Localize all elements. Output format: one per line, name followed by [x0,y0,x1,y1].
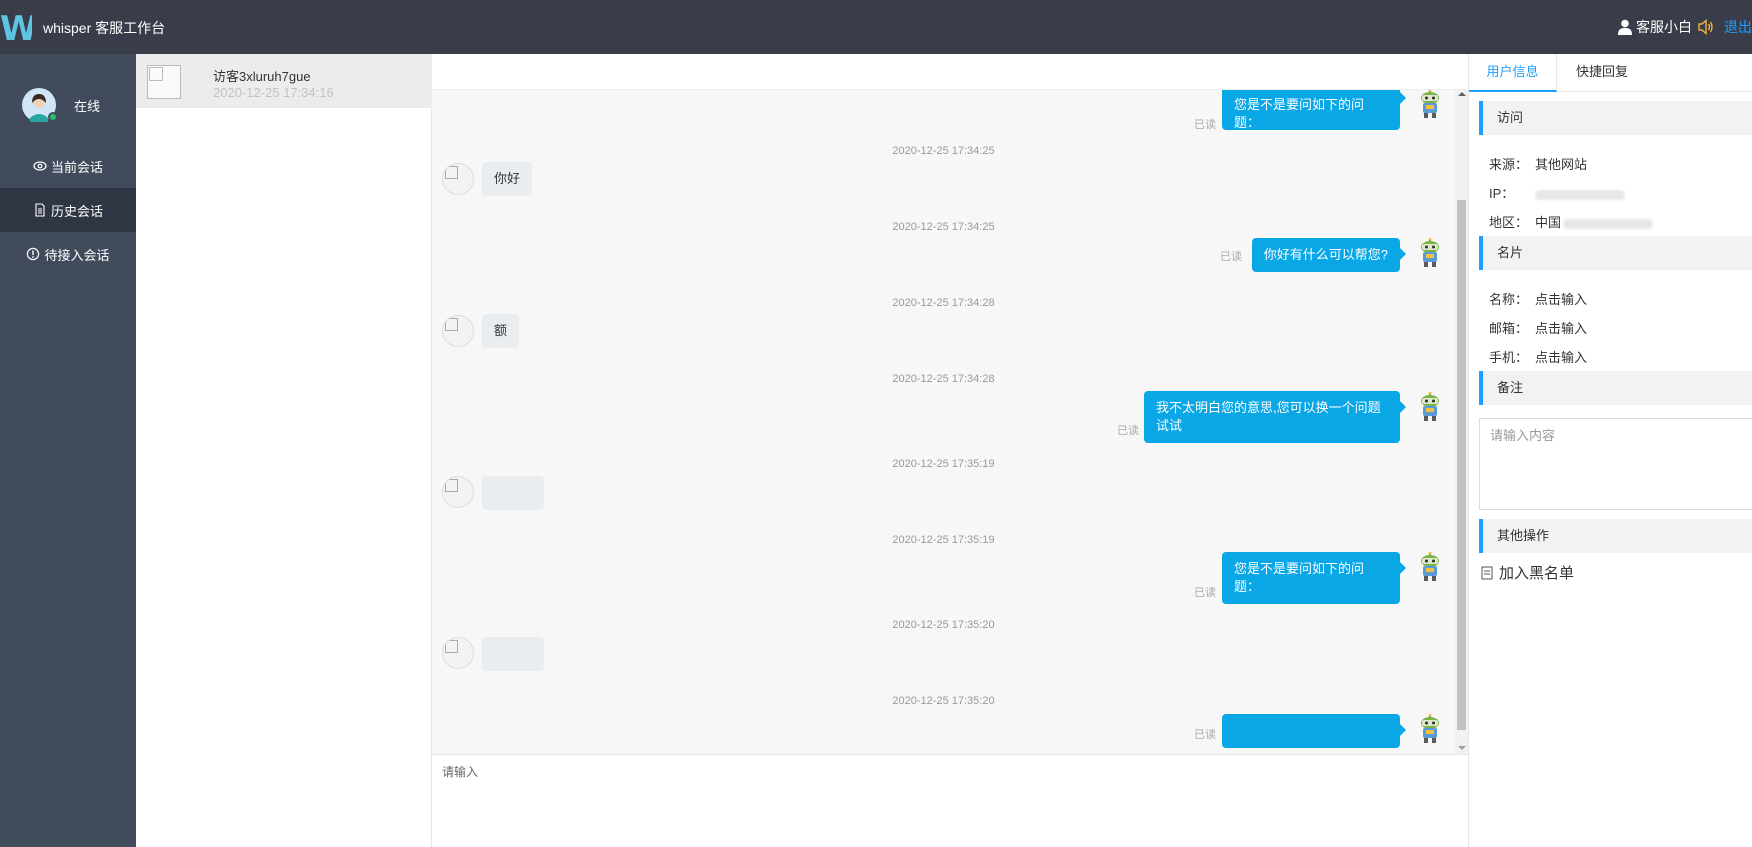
robot-avatar-icon [1421,552,1439,581]
message-time: 2020-12-25 17:34:25 [892,221,995,233]
session-time: 2020-12-25 17:34:16 [213,85,334,100]
visitor-avatar [442,315,474,347]
agent-username[interactable]: 客服小白 [1636,17,1692,37]
read-status: 已读 [1117,425,1139,437]
message-time: 2020-12-25 17:35:19 [892,534,995,546]
visitor-avatar-broken-image [147,65,181,99]
left-nav: 在线 当前会话 历史会话 待接入会话 [0,54,136,847]
card-phone-row: 手机： 点击输入 [1489,350,1588,365]
message-list[interactable]: 已读 您是不是要问如下的问题： 2020-12-25 17:34:25 你好 2… [432,90,1468,754]
visitor-message-bubble: 你好 [482,162,533,196]
message-time: 2020-12-25 17:34:28 [892,373,995,385]
blacklist-label: 加入黑名单 [1499,565,1575,582]
top-bar: W whisper 客服工作台 客服小白 退出 [0,0,1752,54]
chat-header [432,54,1468,90]
message-time: 2020-12-25 17:35:20 [892,695,995,707]
visitor-message-bubble [482,637,544,671]
nav-pending-sessions[interactable]: 待接入会话 [0,232,136,276]
tab-user-info[interactable]: 用户信息 [1469,54,1557,92]
user-icon [1618,19,1632,35]
top-right-area: 客服小白 退出 [1618,17,1752,37]
panel-tabs: 用户信息 快捷回复 [1469,54,1752,92]
region-redacted [1563,218,1654,229]
nav-current-sessions[interactable]: 当前会话 [0,144,136,188]
message-scrollbar[interactable] [1455,90,1468,754]
nav-history-sessions[interactable]: 历史会话 [0,188,136,232]
visitor-message-bubble: 额 [482,314,520,348]
agent-message-bubble: 您是不是要问如下的问题： [1222,552,1406,604]
section-visit: 访问 [1479,101,1752,135]
info-ip: IP： [1489,183,1625,202]
message-time: 2020-12-25 17:34:25 [892,145,995,157]
info-icon [27,247,40,261]
card-name-input[interactable]: 点击输入 [1535,292,1587,307]
section-remark: 备注 [1479,371,1752,405]
info-source: 来源： 其他网站 [1489,157,1588,172]
agent-message-bubble: 我不太明白您的意思,您可以换一个问题 试试 [1144,391,1406,443]
robot-avatar-icon [1421,392,1439,421]
message-time: 2020-12-25 17:35:20 [892,619,995,631]
add-to-blacklist-button[interactable]: 加入黑名单 [1481,562,1574,583]
whisper-logo: W [0,9,32,46]
remark-textarea[interactable] [1479,418,1752,510]
message-time: 2020-12-25 17:35:19 [892,458,995,470]
message-input[interactable] [442,763,1442,823]
app-title: whisper 客服工作台 [43,20,166,36]
agent-message-bubble: 你好有什么可以帮您? [1251,238,1407,272]
status-label: 在线 [74,98,101,114]
nav-label: 当前会话 [50,159,103,175]
scroll-thumb[interactable] [1457,200,1466,730]
read-status: 已读 [1194,119,1216,131]
right-panel: 用户信息 快捷回复 访问 来源： 其他网站 IP： 地区： 中国 名片 名称： 点击输… [1468,54,1752,847]
agent-message-bubble: 您是不是要问如下的问题： [1222,90,1406,130]
card-email-row: 邮箱： 点击输入 [1489,321,1588,336]
visitor-message-bubble [482,476,544,510]
robot-avatar-icon [1421,714,1439,743]
document-icon [35,203,45,217]
session-list: 访客3xluruh7gue 2020-12-25 17:34:16 [136,54,432,847]
session-visitor-name: 访客3xluruh7gue [213,69,311,84]
card-email-input[interactable]: 点击输入 [1535,321,1587,336]
note-icon [1481,566,1493,579]
eye-icon [33,161,47,171]
message-input-area [432,754,1468,847]
read-status: 已读 [1194,587,1216,599]
visitor-avatar [442,637,474,669]
visitor-avatar [442,476,474,508]
section-card: 名片 [1479,236,1752,270]
logout-link[interactable]: 退出 [1724,17,1752,37]
robot-avatar-icon [1421,238,1439,267]
message-time: 2020-12-25 17:34:28 [892,297,995,309]
session-item[interactable]: 访客3xluruh7gue 2020-12-25 17:34:16 [136,54,432,108]
info-region: 地区： 中国 [1489,212,1654,231]
visitor-avatar [442,163,474,195]
agent-status[interactable]: 在线 [22,88,100,122]
agent-message-bubble [1222,714,1406,748]
nav-label: 历史会话 [50,203,103,219]
nav-label: 待接入会话 [44,247,110,263]
scroll-down-arrow[interactable] [1458,746,1466,750]
speaker-icon[interactable] [1698,19,1714,35]
robot-avatar-icon [1421,90,1439,118]
card-name-row: 名称： 点击输入 [1489,292,1588,307]
tab-quick-reply[interactable]: 快捷回复 [1557,54,1647,92]
read-status: 已读 [1194,729,1216,741]
ip-redacted [1535,189,1625,200]
online-status-dot [48,112,58,122]
svg-text:W: W [0,9,32,46]
section-other-actions: 其他操作 [1479,519,1752,553]
scroll-up-arrow[interactable] [1458,92,1466,96]
chat-area: 已读 您是不是要问如下的问题： 2020-12-25 17:34:25 你好 2… [432,54,1468,847]
card-phone-input[interactable]: 点击输入 [1535,350,1587,365]
read-status: 已读 [1220,251,1242,263]
agent-avatar [22,88,58,122]
